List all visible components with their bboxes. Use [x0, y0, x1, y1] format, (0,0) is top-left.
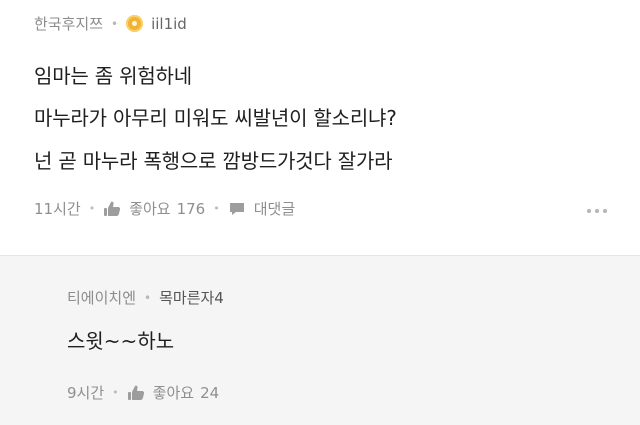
reply-text: 스윗~~하노 [67, 329, 175, 353]
user-level-name: iil1id [151, 14, 187, 33]
reply-meta-separator: • [144, 290, 152, 305]
footer-separator-2: • [213, 202, 220, 215]
reply-time: 9시간 [67, 384, 105, 402]
thumb-up-icon [127, 385, 144, 400]
comment-meta: 한국후지쯔 • iil1id [34, 13, 187, 34]
comment-line-2: 마누라가 아무리 미워도 씨발년이 할소리냐? [34, 106, 397, 130]
comment-author[interactable]: 한국후지쯔 [34, 13, 103, 34]
reply-label: 대댓글 [253, 200, 296, 218]
reply-author[interactable]: 티에이치엔 [67, 287, 136, 308]
more-options-icon[interactable] [587, 209, 607, 213]
reply-footer: 9시간 • 좋아요 24 [67, 382, 219, 403]
reply-button[interactable]: 대댓글 [228, 198, 295, 219]
reply-like-count: 24 [200, 383, 220, 402]
reply-like-button[interactable]: 좋아요 24 [127, 382, 220, 403]
more-dot-2 [595, 209, 599, 213]
like-label: 좋아요 [129, 200, 171, 218]
reply-bubble-icon [229, 202, 244, 215]
comment-time: 11시간 [34, 200, 81, 218]
reply-card: 티에이치엔 • 목마른자4 스윗~~하노 9시간 • 좋아요 24 [0, 256, 640, 425]
reply-target[interactable]: 목마른자4 [159, 287, 224, 308]
more-dot-3 [603, 209, 607, 213]
reply-like-label: 좋아요 [152, 384, 195, 402]
footer-separator-1: • [88, 202, 96, 215]
comment-footer: 11시간 • 좋아요 176 • 대댓글 [34, 198, 295, 219]
comment-line-3: 넌 곧 마누라 폭행으로 깜방드가것다 잘가라 [34, 149, 393, 173]
more-dot-1 [587, 209, 591, 213]
reply-footer-separator: • [112, 386, 119, 399]
comment-line-1: 임마는 좀 위험하네 [34, 64, 192, 88]
comment-card: 한국후지쯔 • iil1id 임마는 좀 위험하네 마누라가 아무리 미워도 씨… [0, 0, 640, 255]
reply-meta: 티에이치엔 • 목마른자4 [67, 287, 224, 308]
like-count: 176 [176, 199, 206, 218]
meta-separator: • [111, 16, 119, 31]
like-button[interactable]: 좋아요 176 [103, 198, 205, 219]
thumb-up-icon [104, 201, 121, 216]
medal-icon [126, 15, 144, 32]
